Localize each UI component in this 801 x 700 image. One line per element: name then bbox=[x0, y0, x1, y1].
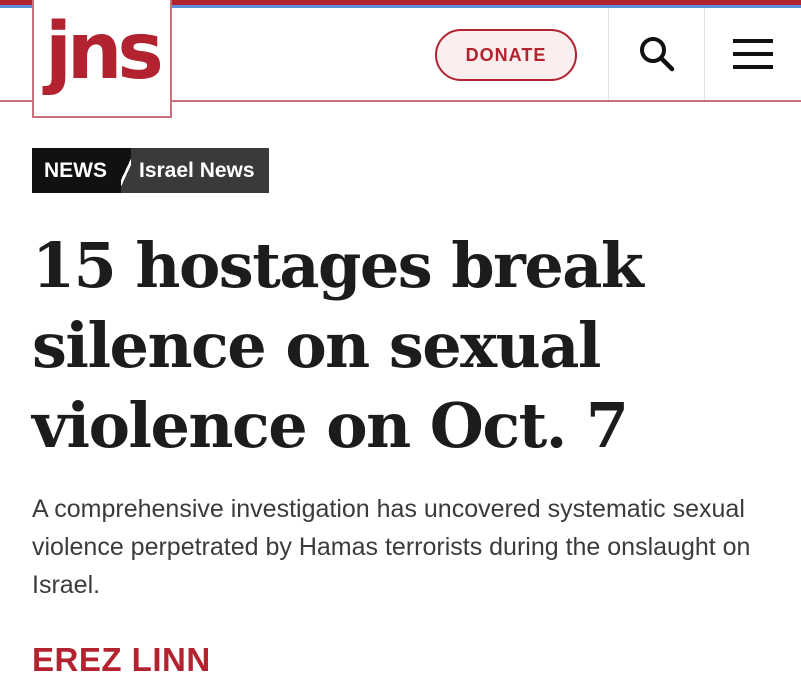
donate-button[interactable]: DONATE bbox=[435, 29, 577, 81]
hamburger-menu-icon bbox=[733, 39, 773, 69]
site-logo[interactable]: jns bbox=[32, 0, 172, 118]
header-separator bbox=[608, 8, 609, 100]
menu-button[interactable] bbox=[705, 8, 801, 100]
page: jns DONATE NEWS Israel News 15 hostages … bbox=[0, 0, 801, 700]
section-tag[interactable]: NEWS bbox=[32, 148, 121, 193]
article-headline: 15 hostages break silence on sexual viol… bbox=[32, 229, 644, 462]
subsection-tag[interactable]: Israel News bbox=[131, 148, 269, 193]
author-byline[interactable]: EREZ LINN bbox=[32, 638, 211, 682]
search-button[interactable] bbox=[610, 8, 704, 100]
article-summary: A comprehensive investigation has uncove… bbox=[32, 495, 751, 599]
tag-separator bbox=[121, 148, 131, 193]
search-icon bbox=[640, 37, 675, 72]
category-breadcrumb: NEWS Israel News bbox=[32, 148, 269, 193]
logo-wordmark: jns bbox=[45, 7, 164, 97]
